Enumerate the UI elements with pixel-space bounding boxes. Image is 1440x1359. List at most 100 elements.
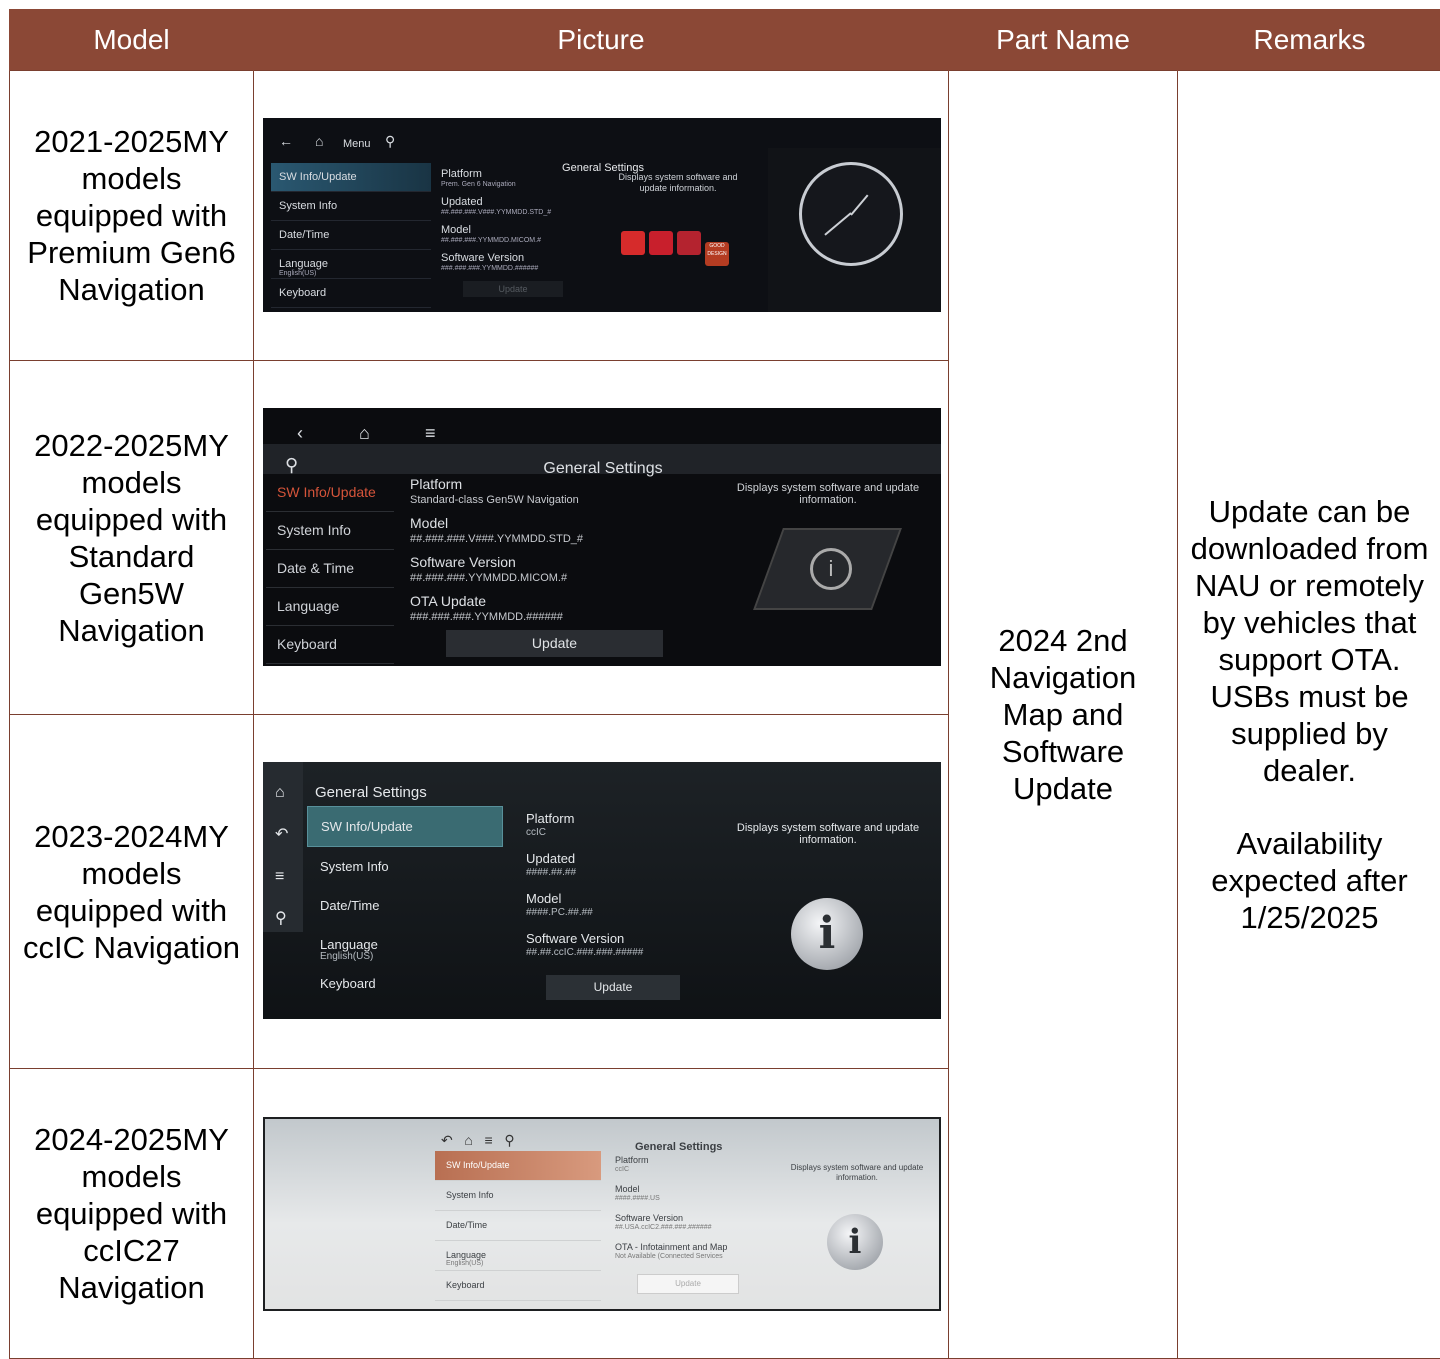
- menu-item-system-info[interactable]: System Info: [266, 512, 394, 550]
- back-icon[interactable]: ↶: [441, 1132, 453, 1148]
- detail-label: Software Version: [410, 554, 516, 570]
- menu-item-system-info[interactable]: System Info: [307, 847, 503, 886]
- menu-item-language[interactable]: LanguageEnglish(US): [271, 250, 431, 279]
- search-icon[interactable]: ⚲: [385, 123, 395, 160]
- detail-item: Model##.###.###.V###.YYMMDD.STD_#: [410, 515, 710, 554]
- table-row: 2021-2025MY models equipped with Premium…: [10, 71, 1440, 361]
- menu-item-keyboard[interactable]: Keyboard: [435, 1271, 601, 1301]
- menu-item-language[interactable]: LanguageEnglish(US): [435, 1241, 601, 1271]
- menu-item-date-time[interactable]: Date & Time: [266, 550, 394, 588]
- detail-item: OTA Update###.###.###.YYMMDD.######: [410, 593, 710, 632]
- detail-label: Software Version: [615, 1213, 683, 1223]
- info-details: PlatformStandard-class Gen5W Navigation …: [410, 476, 710, 632]
- menu-item-keyboard[interactable]: Keyboard: [266, 626, 394, 664]
- good-design-icon: GOOD DESIGN: [705, 242, 729, 266]
- model-cell: 2022-2025MY models equipped with Standar…: [10, 361, 254, 715]
- menu-icon[interactable]: ≡: [485, 1132, 493, 1148]
- red-dot-icon: [649, 231, 673, 255]
- menu-item-date-time[interactable]: Date/Time: [307, 886, 503, 925]
- search-icon[interactable]: ⚲: [504, 1132, 514, 1148]
- detail-item: Model####.####.US: [615, 1184, 785, 1213]
- menu-item-keyboard[interactable]: Keyboard: [307, 964, 503, 1003]
- detail-label: Software Version: [441, 252, 524, 264]
- picture-cell: ↶ ⌂ ≡ ⚲ General Settings SW Info/Update …: [254, 1069, 949, 1359]
- detail-value: ##.###.###.YYMMDD.MICOM.#: [410, 570, 710, 586]
- award-icon: [677, 231, 701, 255]
- menu-item-sw-info[interactable]: SW Info/Update: [271, 163, 431, 192]
- menu-item-system-info[interactable]: System Info: [271, 192, 431, 221]
- menu-item-date-time[interactable]: Date/Time: [435, 1211, 601, 1241]
- settings-menu: SW Info/Update System Info Date & Time L…: [266, 474, 394, 664]
- ccic-screenshot: ⌂ ↶ ≡ ⚲ General Settings SW Info/Update …: [263, 762, 941, 1019]
- detail-item: Updated####.##.##: [526, 852, 696, 892]
- detail-value: ccIC: [615, 1165, 785, 1175]
- if-award-icon: [621, 231, 645, 255]
- description-text: Displays system software and update info…: [782, 1163, 932, 1183]
- header-part-name: Part Name: [949, 9, 1178, 71]
- search-icon[interactable]: ⚲: [275, 900, 287, 937]
- update-button[interactable]: Update: [463, 281, 563, 297]
- menu-item-sw-info[interactable]: SW Info/Update: [266, 474, 394, 512]
- update-button[interactable]: Update: [446, 630, 663, 657]
- menu-item-system-info[interactable]: System Info: [435, 1181, 601, 1211]
- menu-icon[interactable]: ≡: [275, 858, 284, 895]
- part-name-cell: 2024 2nd Navigation Map and Software Upd…: [949, 71, 1178, 1359]
- detail-label: Updated: [526, 851, 575, 866]
- top-bar: ← ⌂ Menu ⚲: [263, 118, 941, 148]
- back-arrow-icon[interactable]: ←: [279, 123, 293, 160]
- chip-info-icon: i: [753, 528, 902, 610]
- detail-item: Software Version###.###.###.YYMMDD.#####…: [441, 252, 591, 280]
- menu-button[interactable]: Menu: [343, 126, 371, 163]
- menu-item-language[interactable]: Language: [266, 588, 394, 626]
- menu-item-date-time[interactable]: Date/Time: [271, 221, 431, 250]
- info-details: PlatformccIC Updated####.##.## Model####…: [526, 812, 696, 972]
- home-icon[interactable]: ⌂: [275, 774, 285, 811]
- update-button[interactable]: Update: [637, 1274, 739, 1294]
- detail-item: PlatformPrem. Gen 6 Navigation: [441, 168, 591, 196]
- menu-sub: English(US): [320, 952, 503, 962]
- detail-label: Platform: [526, 811, 574, 826]
- menu-item-sw-info[interactable]: SW Info/Update: [307, 806, 503, 847]
- description-text: Displays system software and update info…: [608, 172, 748, 194]
- home-icon[interactable]: ⌂: [464, 1132, 472, 1148]
- detail-label: Platform: [615, 1155, 649, 1165]
- top-nav: ‹ ⌂ ≡: [263, 408, 941, 444]
- detail-item: Software Version##.###.###.YYMMDD.MICOM.…: [410, 554, 710, 593]
- detail-label: Model: [441, 224, 471, 236]
- description-text: Displays system software and update info…: [723, 482, 933, 506]
- detail-item: Model##.###.###.YYMMDD.MICOM.#: [441, 224, 591, 252]
- menu-item-keyboard[interactable]: Keyboard: [271, 279, 431, 308]
- detail-label: OTA - Infotainment and Map: [615, 1242, 727, 1252]
- detail-value: Not Available (Connected Services: [615, 1252, 785, 1262]
- detail-item: PlatformccIC: [615, 1155, 785, 1184]
- detail-value: ##.##.ccIC.###.###.#####: [526, 946, 696, 960]
- remarks-cell: Update can be downloaded from NAU or rem…: [1178, 71, 1440, 1359]
- update-table: Model Picture Part Name Remarks 2021-202…: [9, 9, 1440, 1359]
- title-bar: ⚲ General Settings: [263, 444, 941, 474]
- settings-menu: SW Info/Update System Info Date/Time Lan…: [435, 1151, 601, 1301]
- detail-label: Software Version: [526, 931, 624, 946]
- info-icon: i: [791, 898, 863, 970]
- detail-label: Model: [615, 1184, 640, 1194]
- settings-menu: SW Info/Update System Info Date/Time Lan…: [271, 163, 431, 308]
- model-cell: 2021-2025MY models equipped with Premium…: [10, 71, 254, 361]
- detail-value: ####.PC.##.##: [526, 906, 696, 920]
- menu-item-sw-info[interactable]: SW Info/Update: [435, 1151, 601, 1181]
- design-award-badges: GOOD DESIGN: [621, 226, 733, 266]
- detail-label: Updated: [441, 196, 483, 208]
- detail-item: Model####.PC.##.##: [526, 892, 696, 932]
- update-button[interactable]: Update: [546, 975, 680, 1000]
- ccic27-screenshot: ↶ ⌂ ≡ ⚲ General Settings SW Info/Update …: [263, 1117, 941, 1311]
- header-picture: Picture: [254, 9, 949, 71]
- detail-value: ##.USA.ccIC2.###.###.######: [615, 1223, 785, 1233]
- side-toolbar: ⌂ ↶ ≡ ⚲: [263, 762, 303, 932]
- detail-value: ##.###.###.V###.YYMMDD.STD_#: [441, 208, 591, 217]
- detail-item: PlatformccIC: [526, 812, 696, 852]
- detail-label: OTA Update: [410, 593, 486, 609]
- description-text: Displays system software and update info…: [728, 822, 928, 846]
- back-icon[interactable]: ↶: [275, 816, 288, 853]
- home-icon[interactable]: ⌂: [315, 123, 323, 160]
- menu-sub: English(US): [446, 1260, 601, 1267]
- menu-item-language[interactable]: LanguageEnglish(US): [307, 925, 503, 964]
- detail-label: Model: [410, 515, 448, 531]
